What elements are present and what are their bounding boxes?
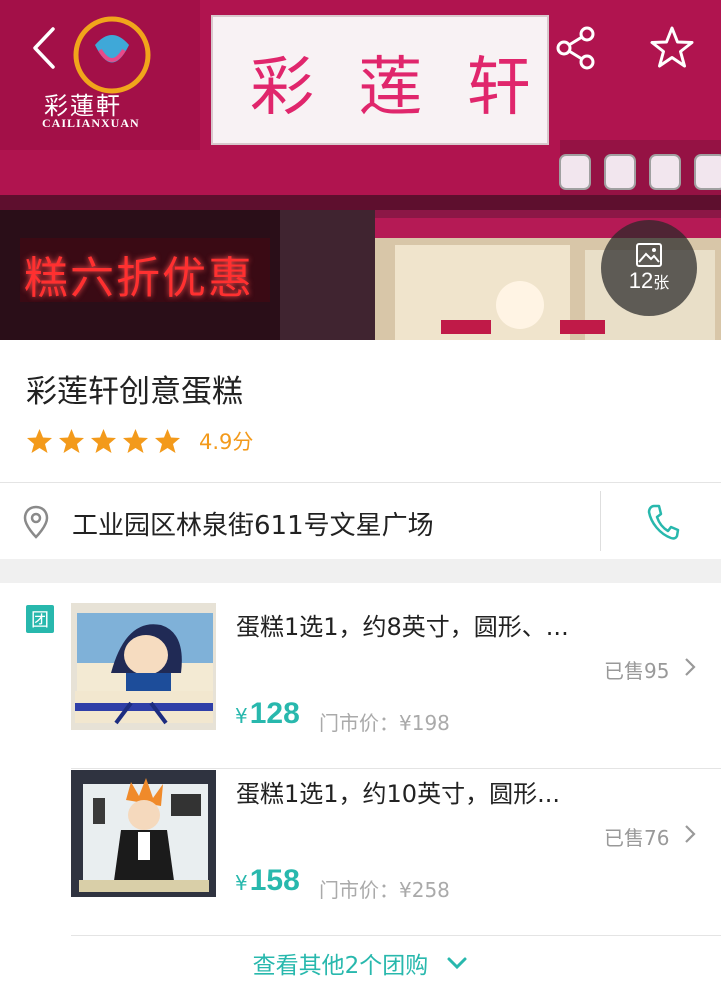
shop-address: 工业园区林泉街611号文星广场: [72, 511, 434, 541]
deal-item[interactable]: 蛋糕1选1，约8英寸，圆形、... 已售95 ¥ 128 门市价：¥198: [71, 603, 721, 769]
deal-item[interactable]: 蛋糕1选1，约10英寸，圆形... 已售76 ¥ 158 门市价：¥258: [71, 770, 721, 936]
favorite-button[interactable]: [646, 22, 698, 74]
group-buy-tag: 团: [26, 605, 54, 633]
price-currency: ¥: [235, 871, 248, 895]
original-price: 门市价：¥198: [319, 711, 450, 735]
chevron-right-icon: [685, 825, 696, 843]
chevron-right-icon: [685, 658, 696, 676]
price-value: 158: [249, 864, 300, 897]
share-icon: [556, 26, 595, 70]
deal-thumbnail: [71, 603, 216, 730]
image-icon: [636, 243, 662, 267]
back-button[interactable]: [18, 22, 70, 74]
photo-count: 12: [628, 268, 654, 293]
deal-sold-count: 已售95: [604, 659, 670, 683]
view-more-deals-button[interactable]: 查看其他2个团购: [0, 938, 721, 988]
deal-sold-count: 已售76: [604, 826, 670, 850]
store-sign: 彩 莲 轩: [250, 51, 543, 125]
original-price: 门市价：¥258: [319, 878, 450, 902]
group-deals-section: 团 蛋糕1选1，约8英寸，圆形、... 已售95 ¥ 128 门市价：¥198: [0, 583, 721, 1008]
star-icon: [59, 428, 84, 453]
view-more-label: 查看其他2个团购: [252, 953, 429, 979]
star-icon: [27, 428, 52, 453]
location-pin-icon: [23, 505, 49, 539]
back-icon: [33, 27, 55, 69]
deal-price: ¥ 158: [235, 864, 300, 898]
deal-price: ¥ 128: [235, 697, 300, 731]
phone-icon: [647, 504, 680, 540]
logo-subtext: CAILIANXUAN: [42, 116, 140, 130]
photo-count-unit: 张: [653, 273, 670, 292]
chevron-down-icon: [447, 957, 467, 970]
price-currency: ¥: [235, 704, 248, 728]
address-row[interactable]: 工业园区林泉街611号文星广场: [0, 482, 721, 559]
deal-thumbnail: [71, 770, 216, 897]
rating: 4.9分: [26, 426, 253, 456]
rating-stars: [26, 428, 181, 455]
led-sign: 糕六折优惠: [24, 253, 254, 304]
rating-score: 4.9分: [199, 430, 254, 454]
divider: [71, 768, 721, 769]
shop-name: 彩莲轩创意蛋糕: [26, 374, 243, 410]
shop-photo-banner[interactable]: 彩蓮軒 CAILIANXUAN 彩 莲 轩 糕六折优惠 12张: [0, 0, 721, 340]
deal-title: 蛋糕1选1，约8英寸，圆形、...: [236, 613, 569, 641]
divider: [600, 491, 601, 551]
star-icon: [91, 428, 116, 453]
star-icon: [123, 428, 148, 453]
photo-count-badge[interactable]: 12张: [601, 220, 697, 316]
share-button[interactable]: [550, 22, 602, 74]
favorite-star-icon: [650, 26, 694, 68]
shop-info: 彩莲轩创意蛋糕 4.9分: [0, 340, 721, 482]
call-button[interactable]: [640, 499, 686, 545]
price-value: 128: [249, 697, 300, 730]
divider: [71, 935, 721, 936]
star-icon: [155, 428, 180, 453]
deal-title: 蛋糕1选1，约10英寸，圆形...: [236, 780, 560, 808]
